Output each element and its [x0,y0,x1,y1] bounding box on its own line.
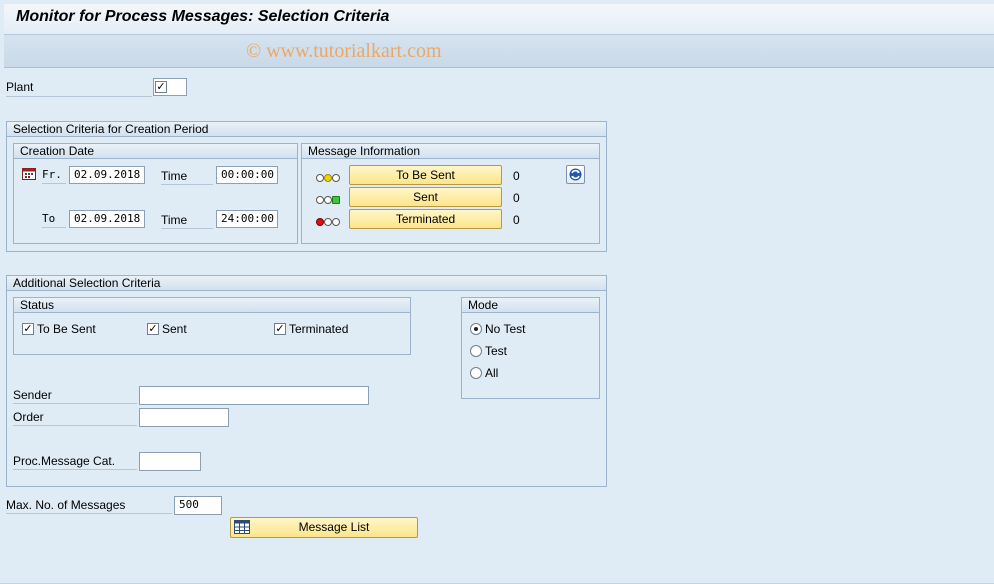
from-date-label: Fr. [42,168,66,184]
to-date-label: To [42,212,66,228]
calendar-icon[interactable] [22,167,36,180]
refresh-icon[interactable] [566,165,585,184]
proc-message-cat-label: Proc.Message Cat. [13,454,137,470]
sender-input[interactable] [139,386,369,405]
mode-test-radio[interactable] [470,345,482,357]
mode-all-label: All [485,366,499,380]
green-light-icon [316,193,340,207]
mode-no-test-label: No Test [485,322,526,336]
terminated-count: 0 [513,213,520,227]
plant-checkbox[interactable]: ✓ [155,81,167,93]
message-list-button[interactable]: Message List [230,517,418,538]
creation-date-group: Creation Date [13,143,298,244]
order-input[interactable] [139,408,229,427]
watermark: © www.tutorialkart.com [246,40,442,62]
red-light-icon [316,215,340,229]
message-list-label: Message List [298,520,370,534]
to-be-sent-button[interactable]: To Be Sent [349,165,502,185]
creation-period-title: Selection Criteria for Creation Period [7,122,606,137]
plant-label: Plant [6,80,152,97]
max-messages-input[interactable]: 500 [174,496,222,515]
status-title: Status [14,298,410,313]
max-messages-label: Max. No. of Messages [6,498,172,514]
plant-field[interactable]: ✓ [153,78,187,96]
proc-message-cat-input[interactable] [139,452,201,471]
from-date-input[interactable]: 02.09.2018 [69,166,145,184]
application-toolbar [4,35,994,68]
terminated-button[interactable]: Terminated [349,209,502,229]
from-time-label: Time [161,169,213,185]
to-time-input[interactable]: 24:00:00 [216,210,278,228]
message-info-title: Message Information [302,144,599,159]
status-terminated-label: Terminated [289,322,349,336]
mode-all-radio[interactable] [470,367,482,379]
mode-test-label: Test [485,344,508,358]
to-time-label: Time [161,213,213,229]
sent-count: 0 [513,191,520,205]
sent-button[interactable]: Sent [349,187,502,207]
creation-date-title: Creation Date [14,144,297,159]
from-time-input[interactable]: 00:00:00 [216,166,278,184]
status-to-be-sent-checkbox[interactable]: ✓ [22,323,34,335]
yellow-light-icon [316,171,340,185]
mode-group: Mode [461,297,600,399]
mode-title: Mode [462,298,599,313]
additional-criteria-title: Additional Selection Criteria [7,276,606,291]
status-terminated-checkbox[interactable]: ✓ [274,323,286,335]
status-sent-label: Sent [162,322,187,336]
page-title: Monitor for Process Messages: Selection … [16,8,390,25]
status-to-be-sent-label: To Be Sent [37,322,96,336]
sender-label: Sender [13,388,137,404]
order-label: Order [13,410,137,426]
status-sent-checkbox[interactable]: ✓ [147,323,159,335]
to-date-input[interactable]: 02.09.2018 [69,210,145,228]
to-be-sent-count: 0 [513,169,520,183]
table-grid-icon [234,520,250,534]
mode-no-test-radio[interactable] [470,323,482,335]
